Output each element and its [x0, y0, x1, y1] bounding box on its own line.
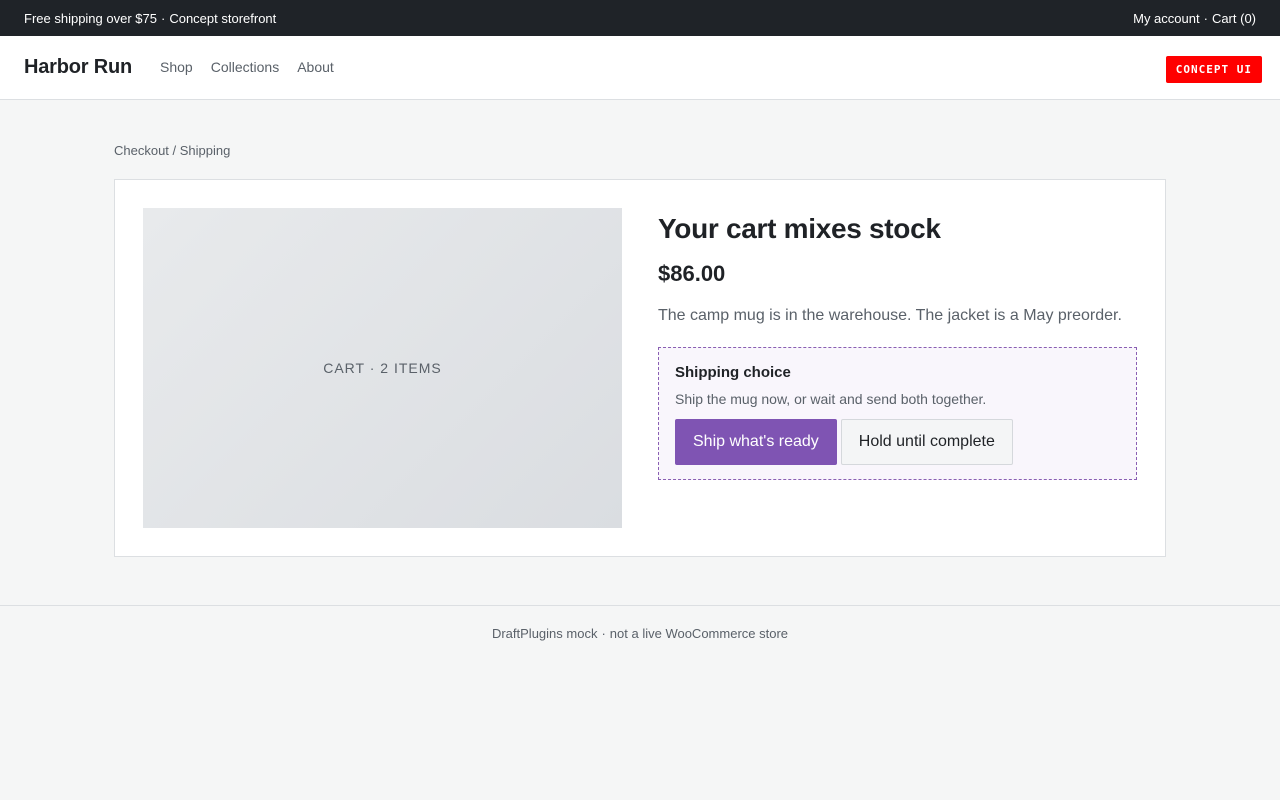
checkout-card: CART · 2 ITEMS Your cart mixes stock $86… — [114, 179, 1166, 557]
brand-logo[interactable]: Harbor Run — [24, 56, 132, 79]
site-footer: DraftPlugins mock · not a live WooCommerce… — [0, 605, 1280, 641]
promo-separator: · — [160, 10, 166, 26]
promo-message: Free shipping over $75 — [24, 10, 157, 26]
promo-suffix: Concept storefront — [169, 10, 277, 26]
nav-shop[interactable]: Shop — [160, 59, 193, 75]
hold-until-complete-button[interactable]: Hold until complete — [840, 419, 1013, 465]
footer-separator: · — [601, 626, 606, 641]
breadcrumb: Checkout / Shipping — [114, 143, 231, 158]
account-links: My account · Cart (0) — [1133, 11, 1256, 26]
footer-right-text: not a live WooCommerce store — [609, 626, 789, 641]
nav-collections[interactable]: Collections — [211, 59, 279, 75]
announcement-bar: Free shipping over $75 · Concept storefron… — [0, 0, 1280, 36]
concept-ui-badge: CONCEPT UI — [1165, 56, 1262, 83]
cart-details: Your cart mixes stock $86.00 The camp mu… — [658, 208, 1137, 528]
footer-left-text: DraftPlugins mock — [491, 626, 598, 641]
promo-text: Free shipping over $75 · Concept storefron… — [24, 11, 276, 26]
cart-description: The camp mug is in the warehouse. The ja… — [658, 307, 1122, 324]
my-account-link[interactable]: My account — [1133, 11, 1199, 26]
cart-image-placeholder: CART · 2 ITEMS — [143, 208, 622, 528]
cart-image-label: CART · 2 ITEMS — [323, 360, 442, 376]
shipping-choice-description: Ship the mug now, or wait and send both … — [675, 391, 987, 407]
account-separator: · — [1203, 10, 1208, 26]
nav-about[interactable]: About — [297, 59, 334, 75]
page-title: Your cart mixes stock — [658, 213, 941, 244]
shipping-choice-buttons: Ship what's ready Hold until complete — [675, 419, 1120, 465]
main-nav: Shop Collections About — [160, 59, 334, 75]
shipping-choice-title: Shipping choice — [675, 364, 791, 381]
cart-price: $86.00 — [658, 261, 726, 286]
cart-link[interactable]: Cart (0) — [1212, 11, 1256, 26]
main-content: Checkout / Shipping CART · 2 ITEMS Your … — [114, 100, 1166, 557]
shipping-choice-panel: Shipping choice Ship the mug now, or wai… — [658, 347, 1137, 480]
site-header: Harbor Run Shop Collections About CONCEP… — [0, 36, 1280, 100]
ship-ready-button[interactable]: Ship what's ready — [675, 419, 837, 465]
